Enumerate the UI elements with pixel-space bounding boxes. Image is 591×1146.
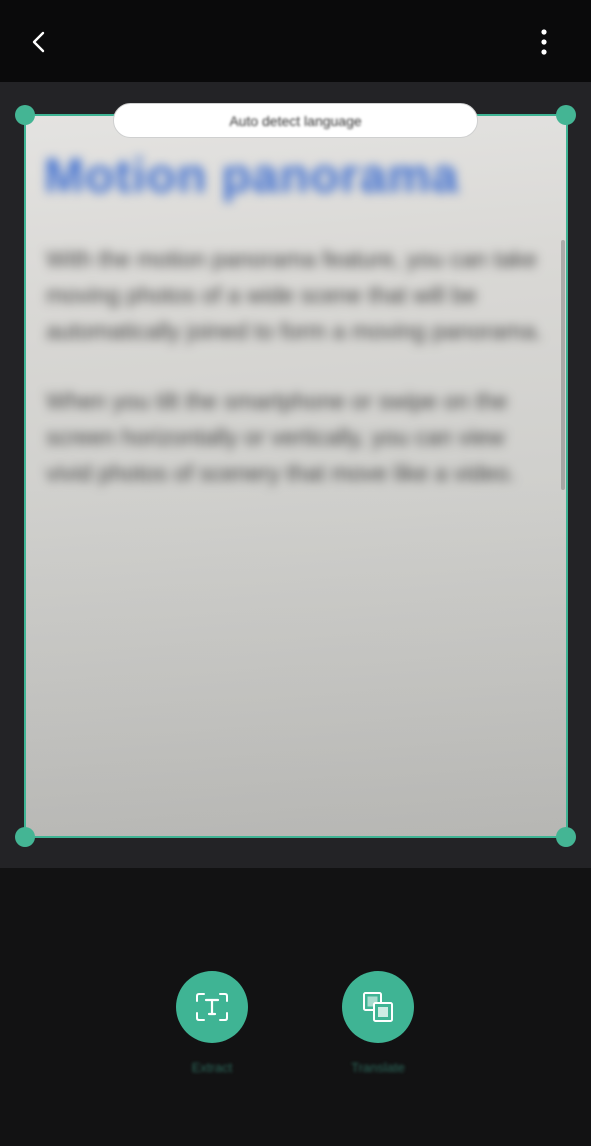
text-extract-icon bbox=[196, 993, 228, 1021]
text-recognition-screen: Motion panorama With the motion panorama… bbox=[0, 0, 591, 1146]
document-heading: Motion panorama bbox=[44, 150, 460, 203]
document-paragraph: With the motion panorama feature, you ca… bbox=[46, 246, 543, 344]
crop-handle-top-left[interactable] bbox=[15, 105, 35, 125]
translate-button[interactable] bbox=[342, 971, 414, 1043]
language-selector[interactable]: Auto detect language bbox=[113, 103, 478, 138]
extract-text-button[interactable] bbox=[176, 971, 248, 1043]
language-selector-label: Auto detect language bbox=[229, 112, 362, 129]
chevron-left-icon bbox=[32, 31, 45, 53]
more-vertical-icon bbox=[541, 29, 547, 55]
extract-label: Extract bbox=[191, 1060, 233, 1075]
crop-handle-top-right[interactable] bbox=[556, 105, 576, 125]
translate-label: Translate bbox=[351, 1060, 405, 1075]
back-button[interactable] bbox=[20, 22, 60, 62]
translate-icon bbox=[363, 992, 393, 1022]
crop-handle-bottom-left[interactable] bbox=[15, 827, 35, 847]
crop-handle-bottom-right[interactable] bbox=[556, 827, 576, 847]
document-preview: Motion panorama With the motion panorama… bbox=[26, 115, 566, 836]
more-options-button[interactable] bbox=[524, 22, 564, 62]
top-bar bbox=[0, 0, 591, 82]
document-scrollbar bbox=[561, 240, 565, 490]
